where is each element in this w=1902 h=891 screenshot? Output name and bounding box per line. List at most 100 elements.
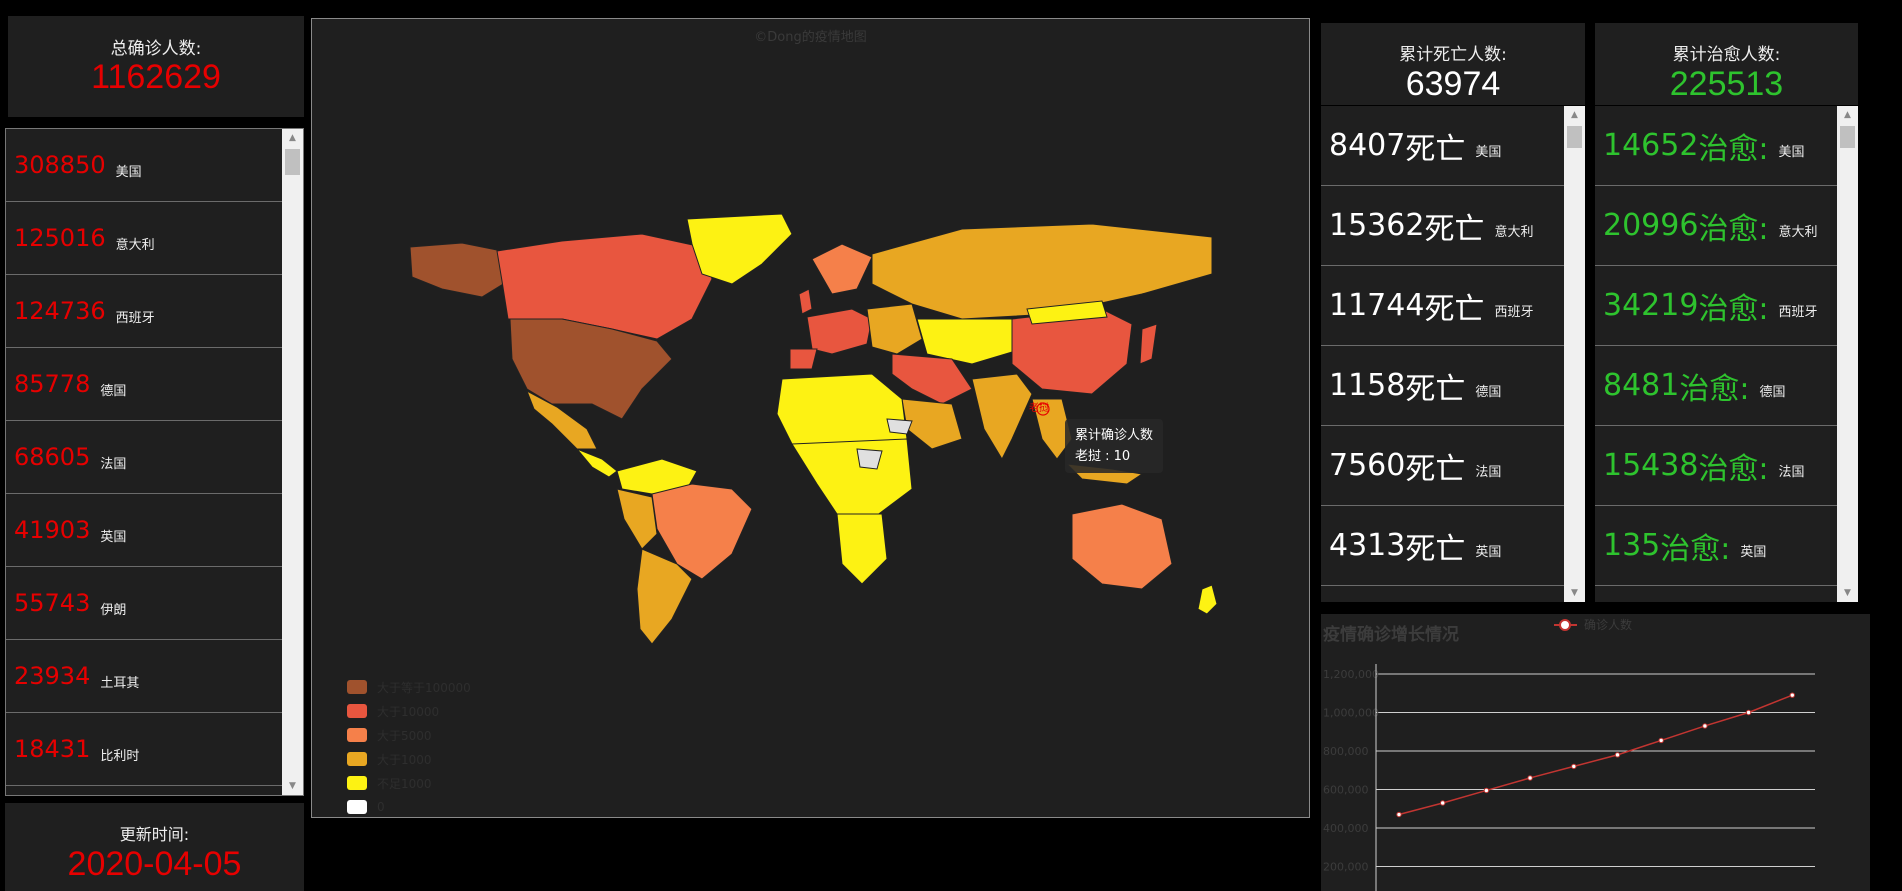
map-japan[interactable] <box>1139 323 1158 365</box>
recovered-row: 135 治愈: 英国 <box>1595 506 1837 586</box>
map-south-africa[interactable] <box>836 513 888 585</box>
y-tick-label: 200,000 <box>1323 861 1369 874</box>
deaths-rows: 8407 死亡 美国 15362 死亡 意大利 11744 死亡 西班牙 1158 死亡 德国 7560… <box>1321 106 1564 586</box>
map-greenland[interactable] <box>686 213 793 285</box>
recovered-country: 法国 <box>1778 465 1805 480</box>
y-tick-label: 1,000,000 <box>1323 707 1379 720</box>
map-scandinavia[interactable] <box>811 243 873 295</box>
map-legend-item[interactable]: 大于等于100000 <box>347 675 471 699</box>
data-point[interactable] <box>1789 692 1795 698</box>
recovered-country: 西班牙 <box>1778 305 1818 320</box>
map-marker-label: 老挝 <box>1029 403 1049 414</box>
data-point[interactable] <box>1658 737 1664 744</box>
map-central-africa[interactable] <box>791 438 913 520</box>
recovered-value: 34219 <box>1603 288 1699 323</box>
map-legend-item[interactable]: 大于10000 <box>347 699 471 723</box>
map-legend-item[interactable]: 0 <box>347 795 471 819</box>
confirmed-scrollbar[interactable]: ▲ ▼ <box>282 129 303 795</box>
world-map-panel[interactable]: ©Dong的疫情地图 老挝 累计确诊人数 老挝: 10 大于等于100000 … <box>311 18 1310 818</box>
map-north-africa[interactable] <box>776 373 908 450</box>
map-peru-andes[interactable] <box>616 488 658 550</box>
map-legend-item[interactable]: 大于1000 <box>347 747 471 771</box>
data-point[interactable] <box>1396 811 1402 818</box>
recovered-country: 德国 <box>1759 385 1786 400</box>
recovered-list[interactable]: 14652 治愈: 美国 20996 治愈: 意大利 34219 治愈: 西班牙 8481 治愈: 德… <box>1595 106 1858 602</box>
scroll-up-icon[interactable]: ▲ <box>1564 106 1585 124</box>
scroll-down-icon[interactable]: ▼ <box>1564 584 1585 602</box>
confirmed-row: 124736 西班牙 <box>6 275 284 348</box>
recovered-row: 15438 治愈: 法国 <box>1595 426 1837 506</box>
deaths-scrollbar[interactable]: ▲ ▼ <box>1564 106 1585 602</box>
update-time-label: 更新时间: <box>119 825 190 844</box>
data-point[interactable] <box>1702 723 1708 729</box>
map-legend[interactable]: 大于等于100000 大于10000 大于5000 大于1000 不足1000 0 <box>347 675 471 819</box>
map-central-america[interactable] <box>576 448 618 478</box>
map-legend-item[interactable]: 不足1000 <box>347 771 471 795</box>
map-uk[interactable] <box>798 288 813 315</box>
confirmed-value: 23934 <box>14 662 91 690</box>
recovered-value: 14652 <box>1603 128 1699 163</box>
confirmed-list[interactable]: 308850 美国 125016 意大利 124736 西班牙 85778 德国 68605 法国… <box>5 128 304 796</box>
data-point[interactable] <box>1614 752 1621 758</box>
legend-swatch <box>347 776 367 790</box>
confirmed-value: 124736 <box>14 297 106 325</box>
confirmed-country: 德国 <box>100 383 127 399</box>
growth-line <box>1398 694 1793 816</box>
legend-label: 大于5000 <box>377 728 432 743</box>
recovered-value: 135 <box>1603 528 1661 563</box>
growth-legend[interactable]: 确诊人数 <box>1554 617 1632 632</box>
growth-chart-panel: 疫情确诊增长情况 确诊人数 1,200,000 1,000,000 800,000 6… <box>1321 614 1870 891</box>
growth-chart[interactable]: 确诊人数 1,200,000 1,000,000 800,000 600,000 400… <box>1321 614 1870 891</box>
map-legend-item[interactable]: 大于5000 <box>347 723 471 747</box>
map-alaska[interactable] <box>409 242 509 298</box>
legend-marker <box>1559 619 1571 631</box>
confirmed-country: 伊朗 <box>100 602 127 618</box>
data-point[interactable] <box>1483 787 1490 794</box>
recovered-suffix: 治愈: <box>1698 131 1769 167</box>
map-china[interactable] <box>1011 308 1133 395</box>
confirmed-country: 土耳其 <box>100 675 140 691</box>
map-eastern-europe[interactable] <box>866 303 923 355</box>
legend-label: 不足1000 <box>377 776 432 791</box>
deaths-country: 西班牙 <box>1494 305 1534 320</box>
recovered-suffix: 治愈: <box>1698 211 1769 247</box>
confirmed-country: 法国 <box>100 456 127 472</box>
legend-swatch <box>347 800 367 814</box>
scroll-down-icon[interactable]: ▼ <box>1837 584 1858 602</box>
data-point[interactable] <box>1527 775 1533 781</box>
recovered-scrollbar[interactable]: ▲ ▼ <box>1837 106 1858 602</box>
data-point[interactable] <box>1571 763 1577 770</box>
map-india[interactable] <box>971 373 1033 461</box>
recovered-suffix: 治愈: <box>1698 291 1769 327</box>
scroll-down-icon[interactable]: ▼ <box>282 777 303 795</box>
scroll-thumb[interactable] <box>1567 126 1582 148</box>
confirmed-row: 68605 法国 <box>6 421 284 494</box>
map-tooltip: 累计确诊人数 老挝 : 10 <box>1065 419 1164 473</box>
deaths-suffix: 死亡 <box>1405 531 1466 567</box>
map-western-europe[interactable] <box>806 308 873 355</box>
scroll-up-icon[interactable]: ▲ <box>1837 106 1858 124</box>
scroll-up-icon[interactable]: ▲ <box>282 129 303 147</box>
deaths-country: 德国 <box>1475 385 1502 400</box>
map-australia[interactable] <box>1071 503 1173 590</box>
map-new-zealand[interactable] <box>1197 584 1218 615</box>
data-point[interactable] <box>1745 709 1752 716</box>
scroll-thumb[interactable] <box>1840 126 1855 148</box>
confirmed-country: 美国 <box>115 164 142 180</box>
confirmed-row: 55743 伊朗 <box>6 567 284 640</box>
deaths-list[interactable]: 8407 死亡 美国 15362 死亡 意大利 11744 死亡 西班牙 1158 死亡 德国 7560… <box>1321 106 1585 602</box>
recovered-rows: 14652 治愈: 美国 20996 治愈: 意大利 34219 治愈: 西班牙 8481 治愈: 德… <box>1595 106 1837 586</box>
update-time-panel: 更新时间: 2020-04-05 <box>5 803 304 891</box>
recovered-suffix: 治愈: <box>1679 371 1750 407</box>
confirmed-row: 85778 德国 <box>6 348 284 421</box>
deaths-suffix: 死亡 <box>1424 211 1485 247</box>
legend-label: 大于等于100000 <box>377 680 471 695</box>
scroll-thumb[interactable] <box>285 149 300 175</box>
data-point[interactable] <box>1440 800 1446 806</box>
confirmed-row: 125016 意大利 <box>6 202 284 275</box>
map-russia[interactable] <box>871 223 1213 320</box>
map-spain[interactable] <box>789 348 818 370</box>
legend-swatch <box>347 728 367 742</box>
recovered-country: 英国 <box>1740 545 1767 560</box>
recovered-country: 意大利 <box>1778 225 1818 240</box>
